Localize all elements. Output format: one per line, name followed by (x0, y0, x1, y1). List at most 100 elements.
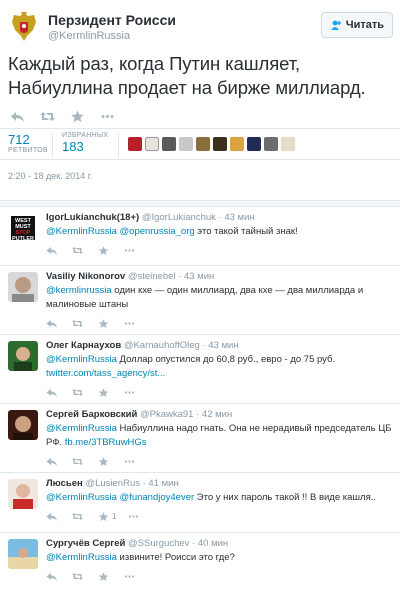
more-action[interactable] (124, 245, 150, 255)
star-action[interactable] (98, 245, 124, 255)
reply-action[interactable] (46, 571, 72, 581)
star-icon (98, 245, 109, 255)
reply-author-name[interactable]: Олег Карнаухов (46, 340, 124, 351)
more-action[interactable] (128, 511, 154, 521)
reply-avatar[interactable] (8, 479, 38, 509)
star-action[interactable] (98, 318, 124, 328)
reply-author-name[interactable]: Люсьен (46, 478, 85, 489)
reply-author-handle[interactable]: @KarnauhoffOleg (124, 340, 203, 351)
favoriter-avatar[interactable] (281, 137, 295, 151)
favoriter-avatar[interactable] (179, 137, 193, 151)
reply-header: Vasiliy Nikonorov @steinebel · 43 мин (46, 271, 214, 282)
reply-author-handle[interactable]: @steinebel (128, 271, 178, 282)
reply-action[interactable] (46, 245, 72, 255)
reply-author-name[interactable]: Сергей Барковский (46, 409, 140, 420)
reply-avatar[interactable] (8, 341, 38, 371)
retweet-action[interactable] (72, 571, 98, 581)
retweet-action[interactable] (72, 387, 98, 397)
reply-avatar[interactable] (8, 272, 38, 302)
reply-tweet[interactable]: Сергей Барковский @Pkawka91 · 42 мин @Ker… (0, 403, 400, 472)
reply-avatar[interactable]: WEST MUST STOP PUTLER (8, 213, 38, 243)
more-action[interactable] (124, 387, 150, 397)
reply-time[interactable]: · 43 мин (178, 271, 214, 282)
reply-link[interactable]: @funandjoy4ever (120, 492, 195, 503)
reply-text-segment: Это у них пароль такой !! В виде кашля.. (194, 492, 376, 503)
favoriter-avatar[interactable] (145, 137, 159, 151)
reply-time[interactable]: · 42 мин (196, 409, 232, 420)
retweet-action[interactable] (72, 318, 98, 328)
more-action[interactable] (100, 108, 130, 124)
more-action[interactable] (124, 318, 150, 328)
more-action[interactable] (124, 456, 150, 466)
star-action[interactable] (98, 511, 124, 521)
reply-avatar[interactable] (8, 539, 38, 569)
follow-button[interactable]: Читать (321, 12, 393, 38)
reply-author-name[interactable]: IgorLukianchuk(18+) (46, 212, 142, 223)
reply-link[interactable]: @openrussia_org (120, 226, 195, 237)
favoriter-avatar[interactable] (247, 137, 261, 151)
favorites-stat[interactable]: ИЗБРАННЫХ 183 (62, 132, 108, 154)
retweet-icon (72, 512, 83, 520)
retweet-action[interactable] (72, 245, 98, 255)
star-action[interactable] (98, 571, 124, 581)
retweets-count: 712 (8, 132, 30, 147)
reply-action[interactable] (46, 456, 72, 466)
reply-action[interactable] (46, 387, 72, 397)
reply-tweet[interactable]: WEST MUST STOP PUTLER IgorLukianchuk(18+) @I… (0, 206, 400, 265)
reply-author-handle[interactable]: @Pkawka91 (140, 409, 196, 420)
reply-avatar[interactable] (8, 410, 38, 440)
reply-author-handle[interactable]: @LusienRus (85, 478, 142, 489)
reply-tweet[interactable]: Vasiliy Nikonorov @steinebel · 43 мин @ke… (0, 265, 400, 334)
favoriter-avatar[interactable] (128, 137, 142, 151)
author-name[interactable]: Перзидент Роисси (48, 12, 176, 28)
retweet-action[interactable] (72, 456, 98, 466)
reply-link[interactable]: twitter.com/tass_agency/st... (46, 368, 165, 379)
reply-time[interactable]: · 40 мин (192, 538, 228, 549)
reply-time[interactable]: · 43 мин (202, 340, 238, 351)
star-icon (71, 110, 84, 122)
retweet-action[interactable] (40, 108, 70, 124)
reply-link[interactable]: @KermlinRussia (46, 492, 117, 503)
reply-author-handle[interactable]: @IgorLukianchuk (142, 212, 219, 223)
retweet-icon (72, 388, 83, 396)
reply-author-handle[interactable]: @SSurguchev (128, 538, 192, 549)
favoriter-avatar[interactable] (230, 137, 244, 151)
stat-divider (52, 133, 53, 157)
reply-action[interactable] (10, 108, 40, 124)
reply-link[interactable]: @KermlinRussia (46, 226, 117, 237)
reply-time[interactable]: · 43 мин (219, 212, 255, 223)
reply-link[interactable]: @KermlinRussia (46, 423, 117, 434)
coat-of-arms-avatar[interactable] (8, 10, 40, 44)
reply-text: @KermlinRussia @funandjoy4ever Это у них… (46, 491, 392, 505)
favoriter-avatar[interactable] (162, 137, 176, 151)
reply-tweet[interactable]: Олег Карнаухов @KarnauhoffOleg · 43 мин @… (0, 334, 400, 403)
reply-tweet[interactable]: Люсьен @LusienRus · 41 мин @KermlinRussia… (0, 472, 400, 532)
reply-link[interactable]: @KermlinRussia (46, 354, 117, 365)
tweet-timestamp[interactable]: 2:20 - 18 дек. 2014 г. (8, 171, 92, 181)
reply-action[interactable] (46, 511, 72, 521)
more-icon (124, 248, 135, 252)
reply-tweet[interactable]: Сургучёв Сергей @SSurguchev · 40 мин @Ker… (0, 532, 400, 591)
tweet-stats: 712 РЕТВИТОВ ИЗБРАННЫХ 183 (0, 128, 400, 160)
retweet-action[interactable] (72, 511, 98, 521)
favorite-action[interactable] (70, 108, 100, 124)
reply-time[interactable]: · 41 мин (143, 478, 179, 489)
more-action[interactable] (124, 571, 150, 581)
favoriter-avatar[interactable] (213, 137, 227, 151)
reply-author-name[interactable]: Сургучёв Сергей (46, 538, 128, 549)
star-action[interactable] (98, 456, 124, 466)
reply-author-name[interactable]: Vasiliy Nikonorov (46, 271, 128, 282)
reply-header: Сергей Барковский @Pkawka91 · 42 мин (46, 409, 232, 420)
favoriter-avatar[interactable] (264, 137, 278, 151)
reply-link[interactable]: @KermlinRussia (46, 552, 117, 563)
more-icon (129, 514, 139, 518)
more-icon (124, 459, 135, 463)
author-handle[interactable]: @KermlinRussia (48, 30, 130, 42)
favoriter-avatar[interactable] (196, 137, 210, 151)
star-action[interactable] (98, 387, 124, 397)
reply-link[interactable]: fb.me/3TBRuwHGs (65, 437, 147, 448)
tweet-actions (10, 108, 130, 126)
retweets-stat[interactable]: 712 РЕТВИТОВ (8, 132, 48, 154)
reply-link[interactable]: @kermlinrussia (46, 285, 112, 296)
reply-action[interactable] (46, 318, 72, 328)
